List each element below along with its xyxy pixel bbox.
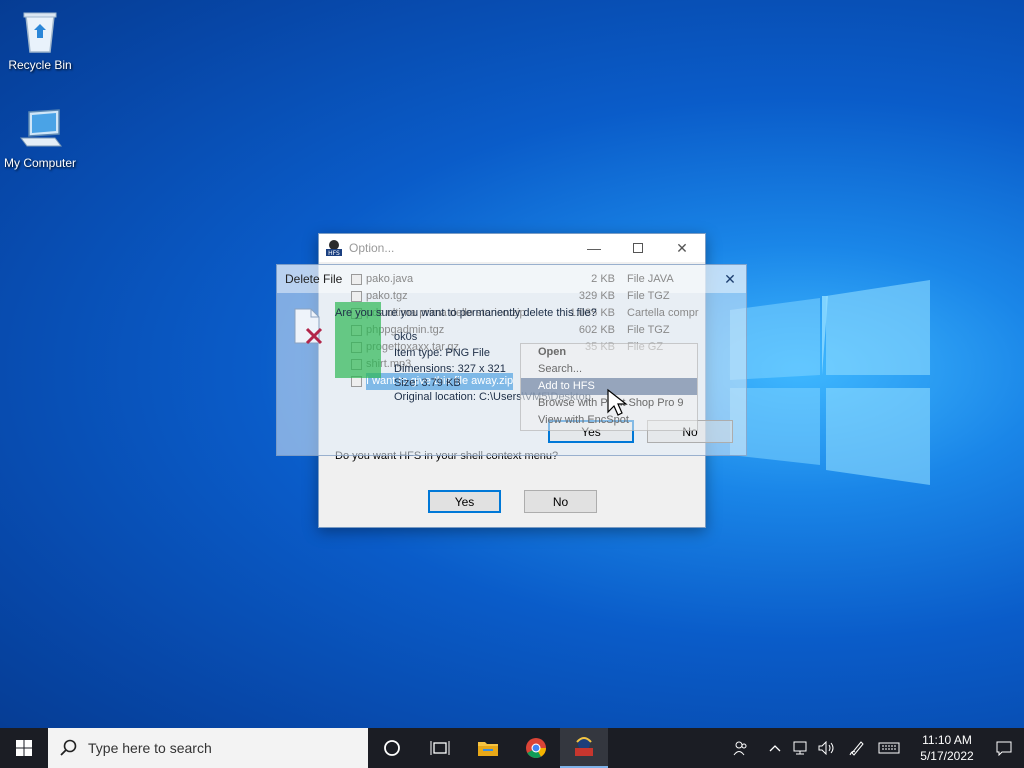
mouse-cursor-icon (607, 388, 628, 416)
delete-dimensions: Dimensions: 327 x 321 (394, 363, 506, 375)
options-no-button[interactable]: No (524, 490, 597, 513)
hfs-taskbar-button[interactable] (560, 728, 608, 768)
context-menu-item-search[interactable]: Search... (521, 361, 697, 378)
speaker-icon (818, 741, 834, 755)
context-menu-item-open[interactable]: Open (521, 344, 697, 361)
search-icon (60, 739, 77, 756)
file-icon (351, 274, 362, 285)
close-button[interactable]: ✕ (659, 234, 705, 262)
delete-dialog-close-button[interactable]: ✕ (718, 267, 742, 291)
close-icon: ✕ (676, 239, 688, 256)
show-hidden-icons-button[interactable] (762, 744, 788, 752)
delete-question-text: Are you sure you want to permanently del… (335, 307, 597, 319)
touch-keyboard-button[interactable] (876, 742, 902, 754)
keyboard-icon (878, 742, 900, 754)
close-icon: ✕ (724, 270, 736, 287)
recycle-bin-label: Recycle Bin (8, 58, 72, 72)
hfs-app-icon (575, 737, 593, 756)
chevron-up-icon (769, 745, 781, 752)
volume-button[interactable] (814, 741, 840, 755)
file-icon (351, 291, 362, 302)
chrome-icon (526, 738, 546, 758)
cortana-button[interactable] (368, 728, 416, 768)
people-button[interactable] (728, 740, 754, 756)
delete-dialog-title: Delete File (285, 272, 343, 286)
delete-size: Size: 3.79 KB (394, 377, 461, 389)
minimize-icon: — (587, 240, 601, 256)
start-button[interactable] (0, 728, 48, 768)
pen-icon (849, 741, 864, 756)
system-tray: 11:10 AM 5/17/2022 (728, 728, 1024, 768)
chrome-button[interactable] (512, 728, 560, 768)
task-view-icon (430, 741, 450, 755)
my-computer-desktop-icon[interactable]: My Computer (0, 108, 80, 170)
network-button[interactable] (788, 741, 814, 755)
delete-item-type: Item type: PNG File (394, 347, 490, 359)
taskbar-search-box[interactable]: Type here to search (48, 728, 368, 768)
list-item[interactable]: pako.java 2 KB File JAVA (339, 271, 705, 288)
pen-workspace-button[interactable] (844, 740, 870, 756)
taskbar: Type here to search 11:10 AM 5/17/2022 (0, 728, 1024, 768)
recycle-bin-icon (23, 12, 57, 53)
task-view-button[interactable] (416, 728, 464, 768)
folder-icon (478, 742, 498, 756)
svg-text:HFS: HFS (328, 250, 340, 257)
options-yes-button[interactable]: Yes (428, 490, 501, 513)
windows-start-icon (16, 740, 32, 756)
clock-date: 5/17/2022 (920, 749, 974, 763)
delete-file-name: ok0s (394, 331, 418, 343)
cortana-icon (384, 740, 400, 756)
search-placeholder: Type here to search (88, 740, 212, 756)
clock-time: 11:10 AM (922, 733, 972, 747)
people-icon (733, 741, 747, 756)
file-explorer-button[interactable] (464, 728, 512, 768)
maximize-button[interactable] (615, 234, 661, 262)
taskbar-clock[interactable]: 11:10 AM 5/17/2022 (910, 732, 984, 764)
file-delete-icon (294, 308, 323, 345)
computer-icon (20, 109, 62, 147)
maximize-icon (633, 243, 643, 253)
notification-icon (996, 741, 1012, 756)
list-item[interactable]: pako.tgz 329 KB File TGZ (339, 288, 705, 305)
network-icon (793, 741, 807, 755)
my-computer-label: My Computer (3, 156, 77, 170)
options-window-title: Option... (349, 241, 395, 255)
minimize-button[interactable]: — (571, 234, 617, 262)
hfs-app-icon: HFS (326, 240, 342, 257)
recycle-bin-desktop-icon[interactable]: Recycle Bin (0, 8, 80, 72)
action-center-button[interactable] (984, 740, 1024, 756)
